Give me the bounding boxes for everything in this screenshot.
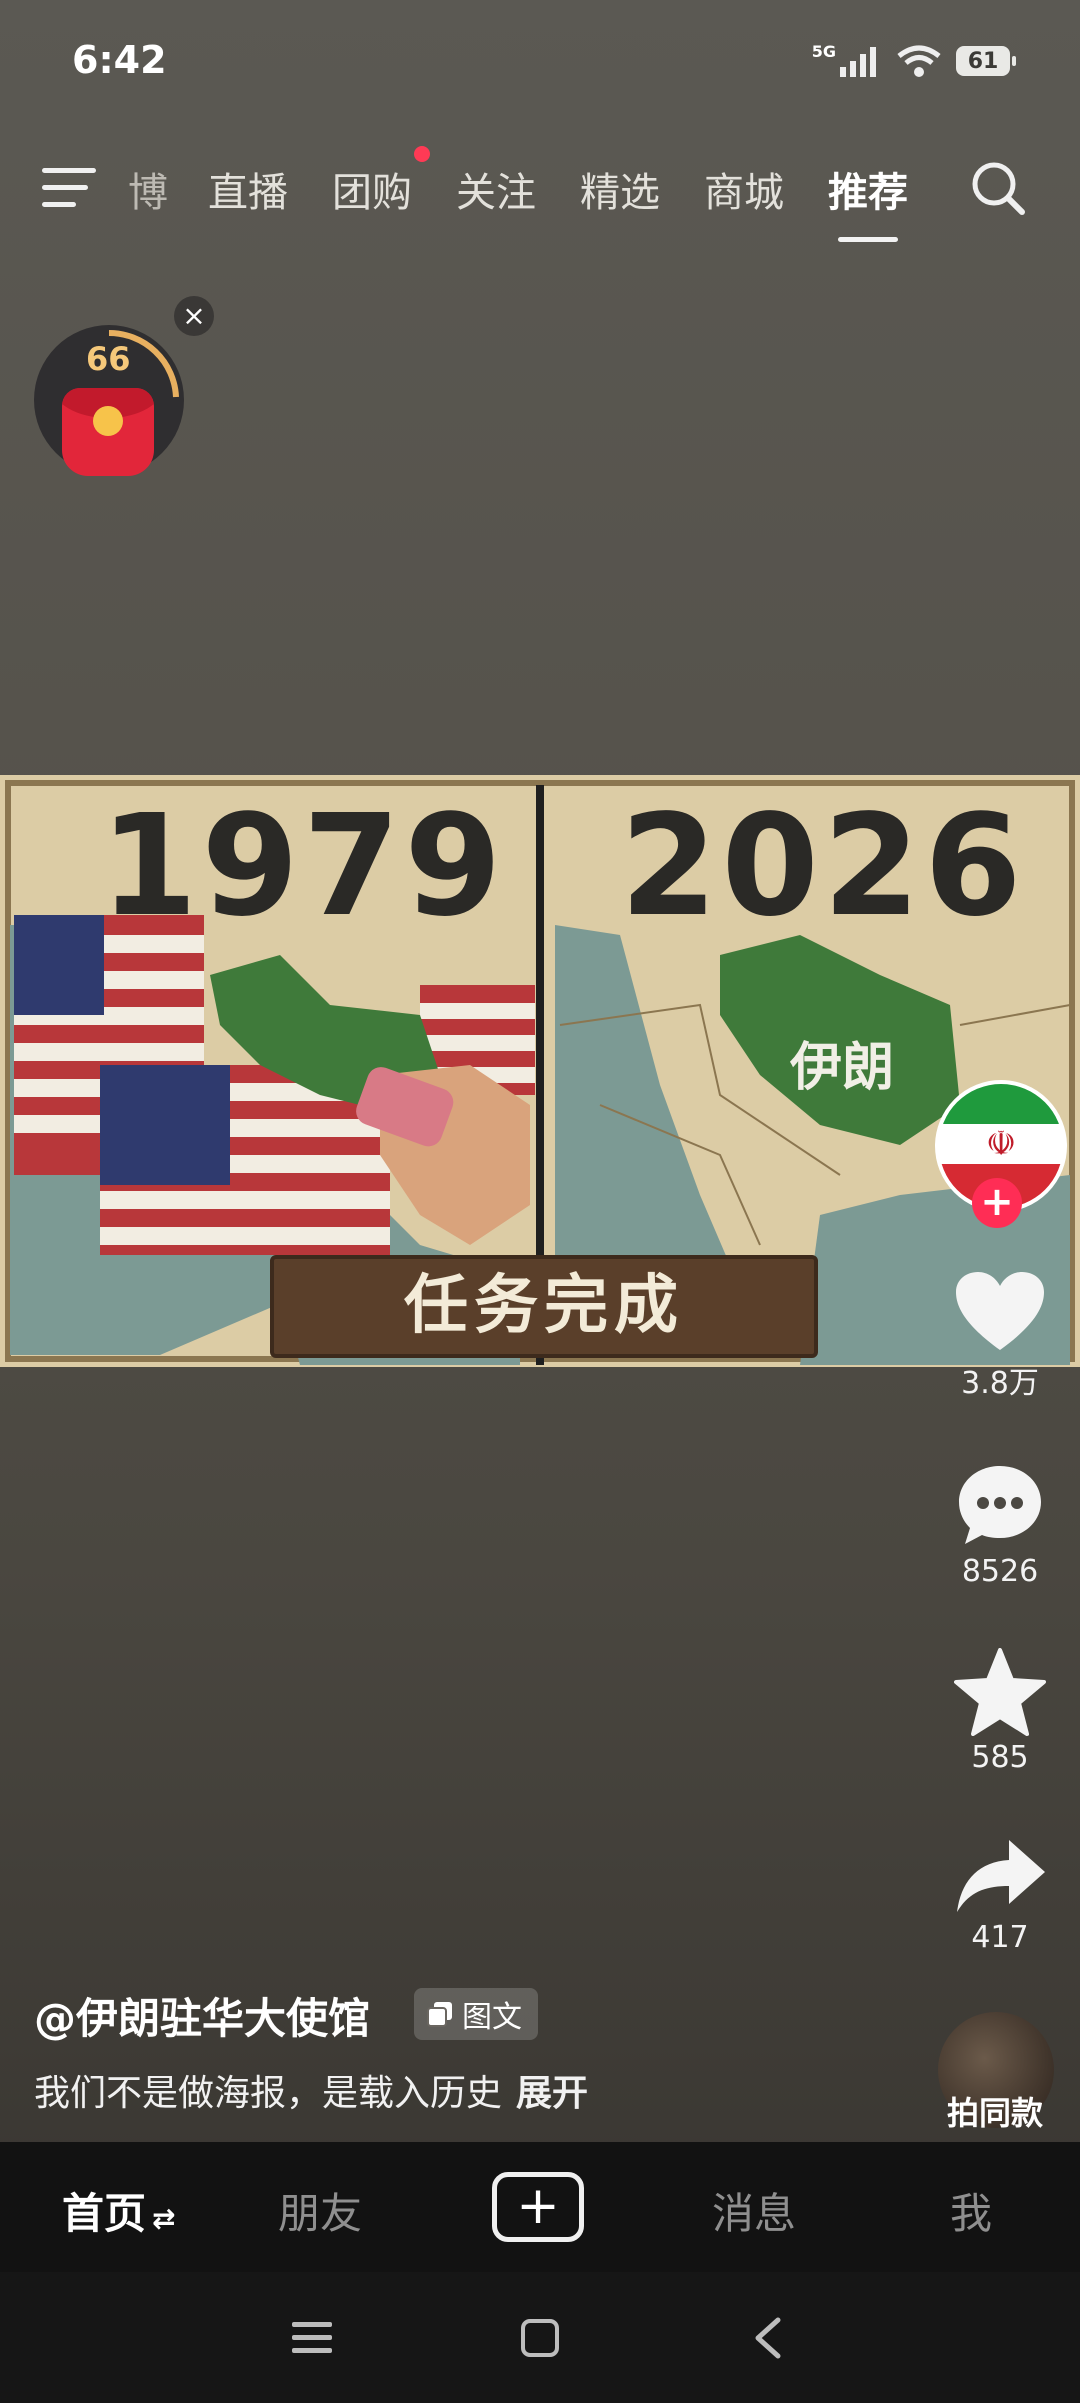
create-post-button[interactable]: + — [492, 2172, 584, 2242]
tab-featured[interactable]: 精选 — [580, 160, 660, 218]
share-count: 417 — [971, 1920, 1029, 1955]
tab-following[interactable]: 关注 — [456, 160, 536, 218]
comment-icon — [959, 1466, 1041, 1544]
comment-count: 8526 — [961, 1554, 1039, 1589]
search-icon[interactable] — [968, 158, 1028, 218]
share-icon — [957, 1840, 1045, 1912]
nav-home[interactable]: 首页 ⇄ — [62, 2180, 175, 2241]
tab-truncated[interactable]: 博 — [128, 160, 168, 218]
gallery-icon — [427, 2002, 452, 2027]
post-type-label: 图文 — [462, 2000, 522, 2035]
recent-apps-icon[interactable] — [292, 2320, 332, 2356]
back-icon[interactable] — [752, 2316, 782, 2360]
comment-action[interactable]: 8526 — [930, 1460, 1070, 1589]
red-packet-icon — [62, 388, 154, 476]
star-icon — [954, 1648, 1046, 1736]
wifi-icon — [897, 45, 941, 77]
post-type-badge: 图文 — [414, 1988, 538, 2040]
poster-banner: 任务完成 — [270, 1255, 818, 1358]
shoot-same-label[interactable]: 拍同款 — [920, 2088, 1070, 2134]
status-icons: 5G 61 — [811, 41, 1016, 78]
tab-live[interactable]: 直播 — [208, 160, 288, 218]
heart-icon — [956, 1272, 1044, 1350]
share-action[interactable]: 417 — [930, 1836, 1070, 1955]
nav-home-label: 首页 — [62, 2189, 147, 2238]
poster-country-label: 伊朗 — [790, 1038, 895, 1098]
refresh-toggle-icon: ⇄ — [152, 2202, 176, 2235]
emblem-icon: ☫ — [939, 1124, 1063, 1164]
nav-friends[interactable]: 朋友 — [278, 2180, 362, 2241]
favorite-action[interactable]: 585 — [930, 1648, 1070, 1775]
author-name[interactable]: @伊朗驻华大使馆 — [34, 1985, 370, 2046]
red-packet-count: 66 — [86, 340, 131, 378]
signal-icon — [840, 47, 876, 77]
tab-mall[interactable]: 商城 — [704, 160, 784, 218]
expand-link[interactable]: 展开 — [516, 2073, 588, 2114]
battery-indicator: 61 — [956, 46, 1016, 76]
poster-year-left: 1979 — [100, 785, 506, 948]
nav-messages[interactable]: 消息 — [712, 2180, 796, 2241]
tab-group-buy[interactable]: 团购 — [332, 160, 412, 218]
notification-dot — [414, 146, 430, 162]
top-nav: 博 直播 团购 关注 精选 商城 推荐 — [0, 146, 1080, 242]
bottom-nav: 首页 ⇄ 朋友 + 消息 我 — [0, 2142, 1080, 2272]
home-icon[interactable] — [520, 2318, 560, 2358]
system-nav-bar — [0, 2272, 1080, 2403]
status-time: 6:42 — [72, 38, 167, 82]
post-image[interactable]: 1979 2026 伊朗 任务完成 — [0, 775, 1080, 1367]
network-type: 5G — [811, 41, 836, 61]
follow-button[interactable]: + — [972, 1178, 1022, 1228]
like-count: 3.8万 — [961, 1366, 1039, 1401]
menu-icon[interactable] — [42, 168, 96, 219]
like-action[interactable]: 3.8万 — [930, 1270, 1070, 1402]
tab-recommended[interactable]: 推荐 — [828, 160, 908, 242]
favorite-count: 585 — [971, 1740, 1029, 1775]
close-widget-button[interactable]: × — [174, 296, 214, 336]
caption-text: 我们不是做海报，是载入历史 — [34, 2073, 503, 2114]
poster-year-right: 2026 — [620, 785, 1026, 948]
nav-me[interactable]: 我 — [950, 2180, 992, 2241]
post-caption[interactable]: 我们不是做海报，是载入历史 展开 — [34, 2064, 588, 2116]
